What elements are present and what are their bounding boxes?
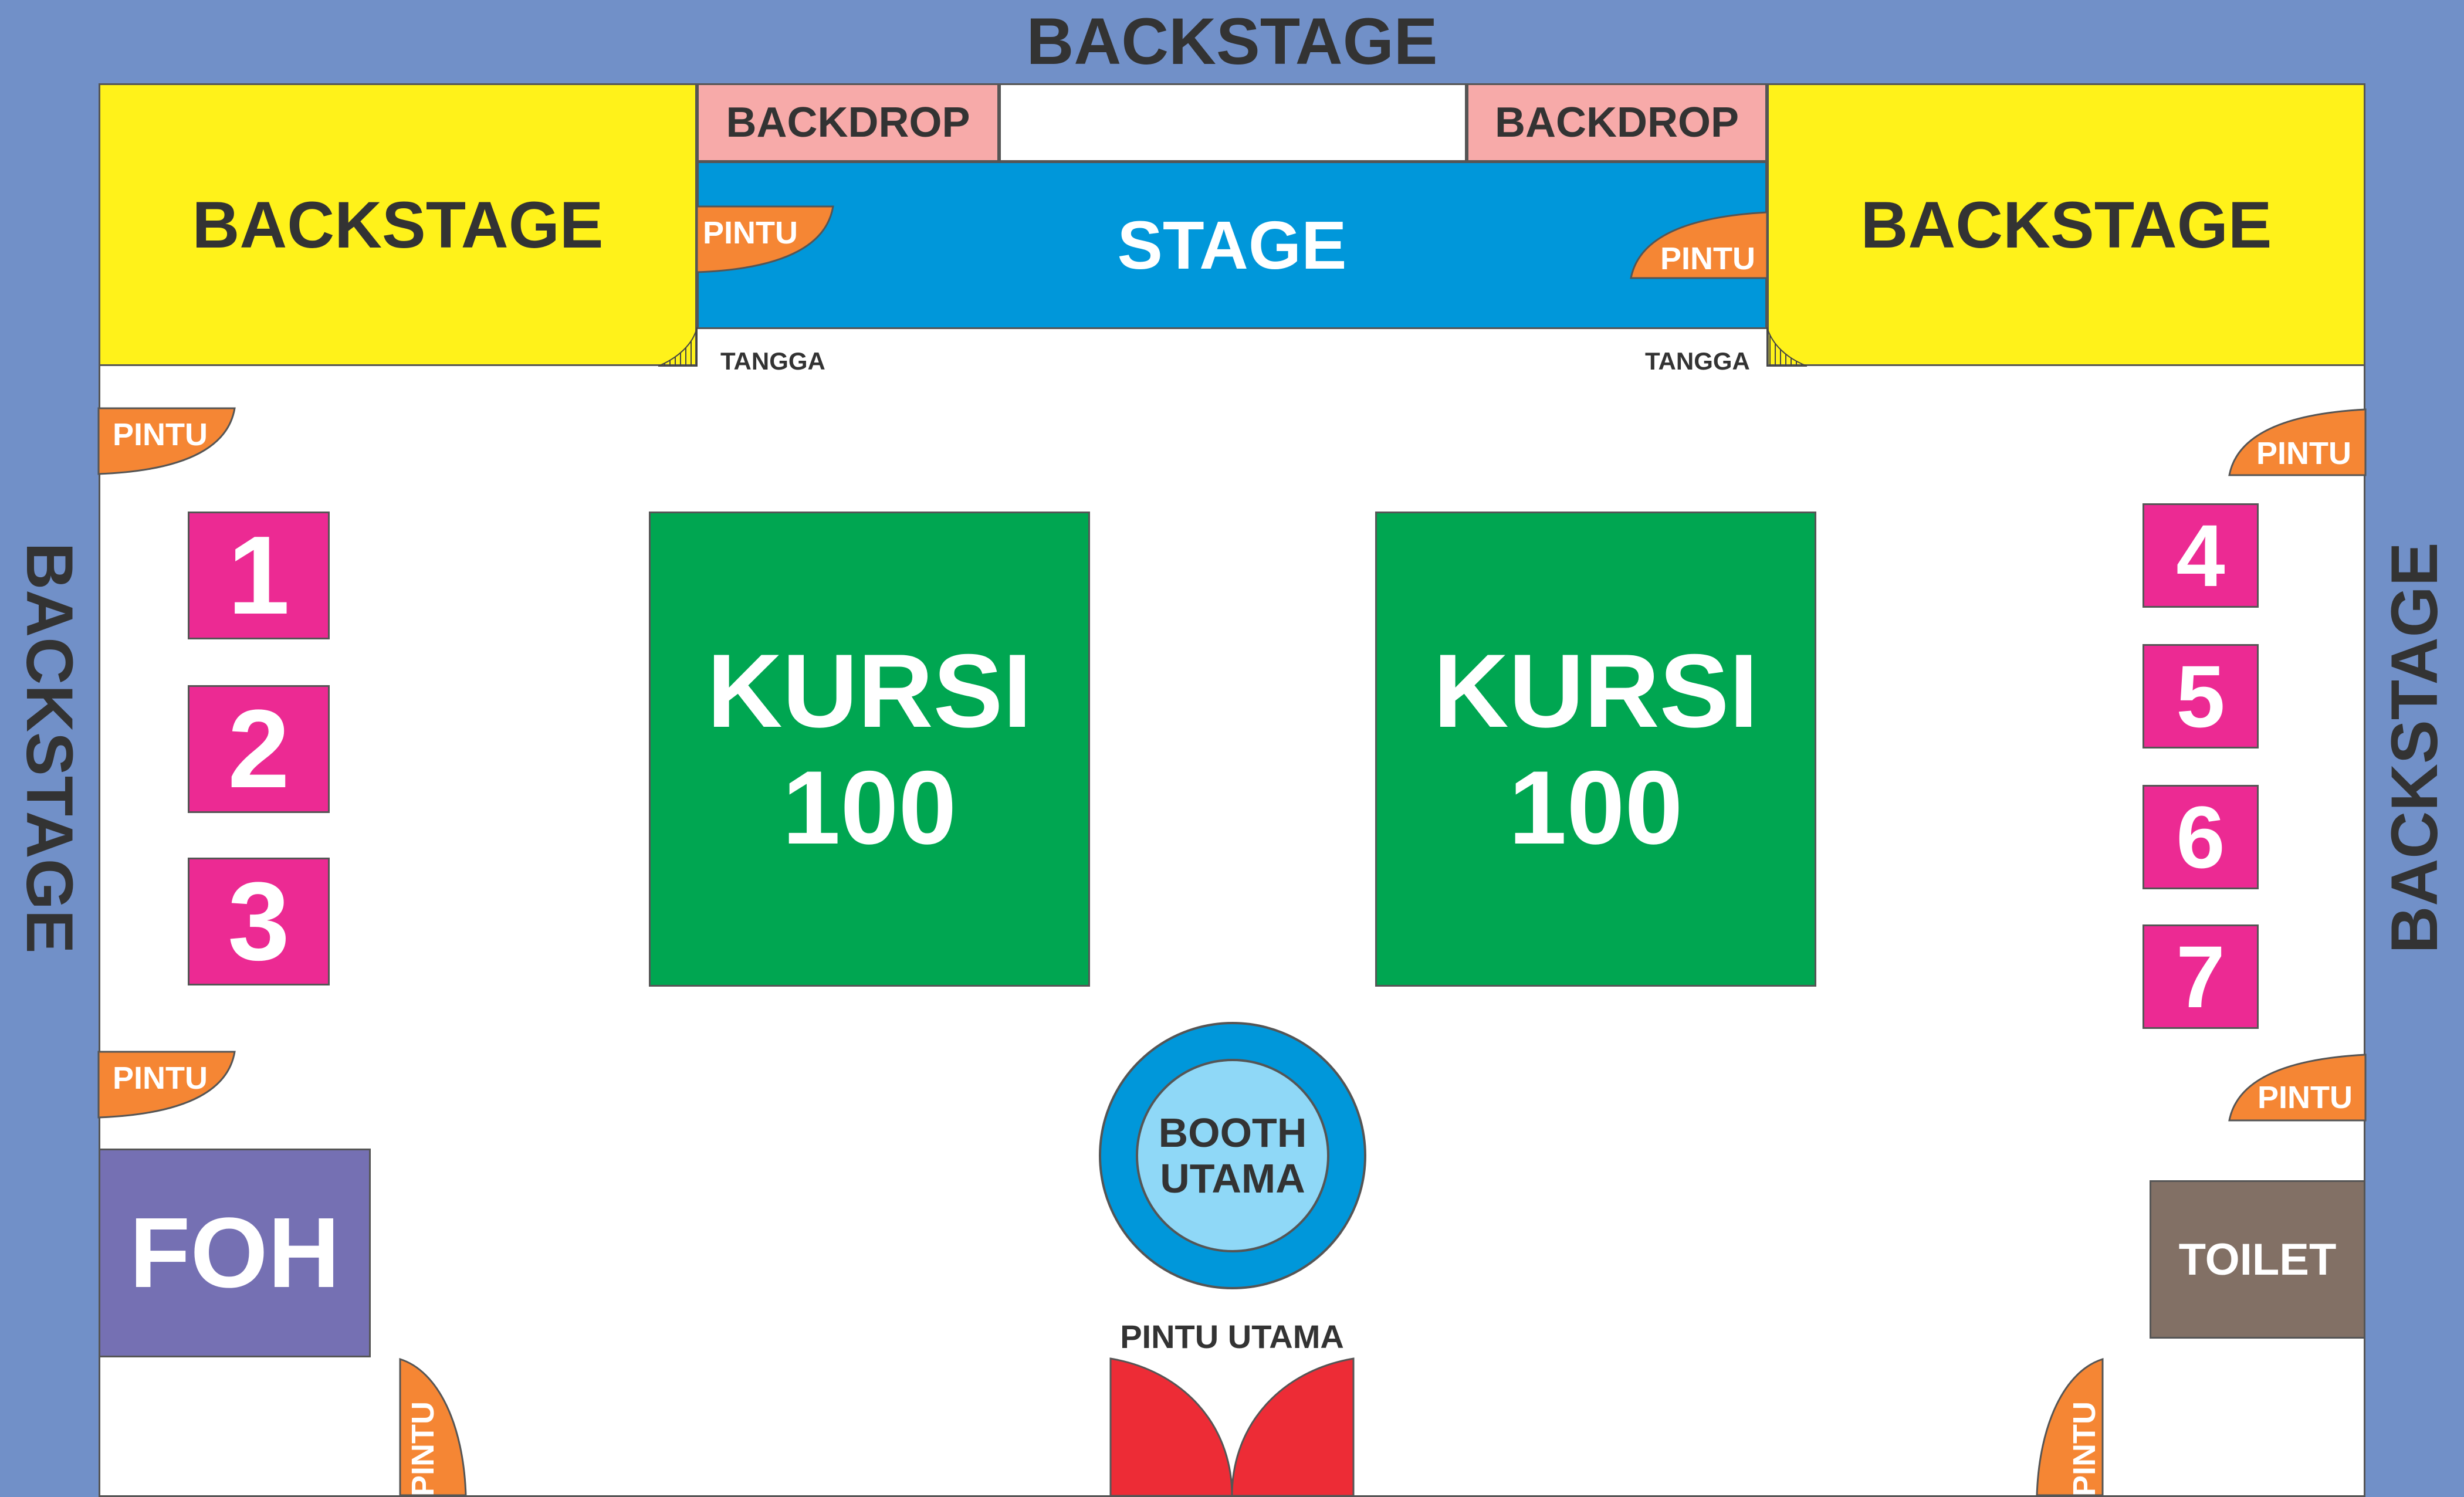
door-stage-right: PINTU xyxy=(1630,211,1768,279)
seating-count: 100 xyxy=(782,749,957,866)
seating-block-right: KURSI 100 xyxy=(1375,512,1816,987)
stairs-left-label: TANGGA xyxy=(720,347,825,375)
booth-6: 6 xyxy=(2143,785,2259,889)
door-left-bottom: PINTU xyxy=(399,1357,467,1496)
backdrop-right: BACKDROP xyxy=(1467,83,1767,162)
backdrop-left: BACKDROP xyxy=(697,83,999,162)
door-label: PINTU xyxy=(703,215,798,250)
door-label: PINTU xyxy=(2067,1401,2102,1496)
backstage-room-left: BACKSTAGE xyxy=(99,83,697,366)
door-label: PINTU xyxy=(1660,241,1755,276)
door-label: PINTU xyxy=(2256,436,2351,471)
stage: STAGE xyxy=(697,161,1767,329)
booth-3: 3 xyxy=(188,858,330,985)
door-right-upper: PINTU xyxy=(2228,408,2367,476)
seating-label: KURSI xyxy=(707,632,1032,749)
door-label: PINTU xyxy=(2257,1080,2353,1115)
seating-label: KURSI xyxy=(1433,632,1758,749)
door-label: PINTU xyxy=(113,417,208,452)
booth-4: 4 xyxy=(2143,503,2259,608)
foh-area: FOH xyxy=(99,1149,371,1357)
door-left-middle: PINTU xyxy=(97,1051,236,1119)
stairs-right-icon xyxy=(1766,327,1808,367)
main-booth-label-2: UTAMA xyxy=(1160,1156,1305,1201)
main-booth-inner: BOOTH UTAMA xyxy=(1136,1059,1329,1252)
venue-floor-plan: BACKSTAGE BACKSTAGE BACKSTAGE BACKSTAGE … xyxy=(0,0,2464,1497)
main-entrance-label: PINTU UTAMA xyxy=(1120,1318,1344,1355)
main-booth-label-1: BOOTH xyxy=(1158,1109,1307,1156)
stairs-left-icon xyxy=(658,327,698,367)
right-backstage-label: BACKSTAGE xyxy=(2377,542,2451,954)
booth-7: 7 xyxy=(2143,924,2259,1029)
stairs-right-label: TANGGA xyxy=(1645,347,1750,375)
door-right-middle: PINTU xyxy=(2228,1054,2367,1122)
door-stage-left: PINTU xyxy=(696,205,834,273)
door-label: PINTU xyxy=(113,1061,208,1096)
door-right-bottom: PINTU xyxy=(2036,1357,2104,1496)
booth-2: 2 xyxy=(188,685,330,813)
door-left-upper: PINTU xyxy=(97,407,236,475)
seating-count: 100 xyxy=(1508,749,1683,866)
backdrop-gap xyxy=(999,83,1467,162)
top-backstage-label: BACKSTAGE xyxy=(1026,4,1438,78)
left-backstage-label: BACKSTAGE xyxy=(13,542,87,954)
booth-1: 1 xyxy=(188,512,330,639)
backstage-room-right: BACKSTAGE xyxy=(1767,83,2365,366)
booth-5: 5 xyxy=(2143,644,2259,749)
seating-block-left: KURSI 100 xyxy=(649,512,1090,987)
toilet: TOILET xyxy=(2150,1180,2365,1339)
main-entrance-doors-icon xyxy=(1109,1357,1355,1497)
door-label: PINTU xyxy=(405,1401,441,1496)
